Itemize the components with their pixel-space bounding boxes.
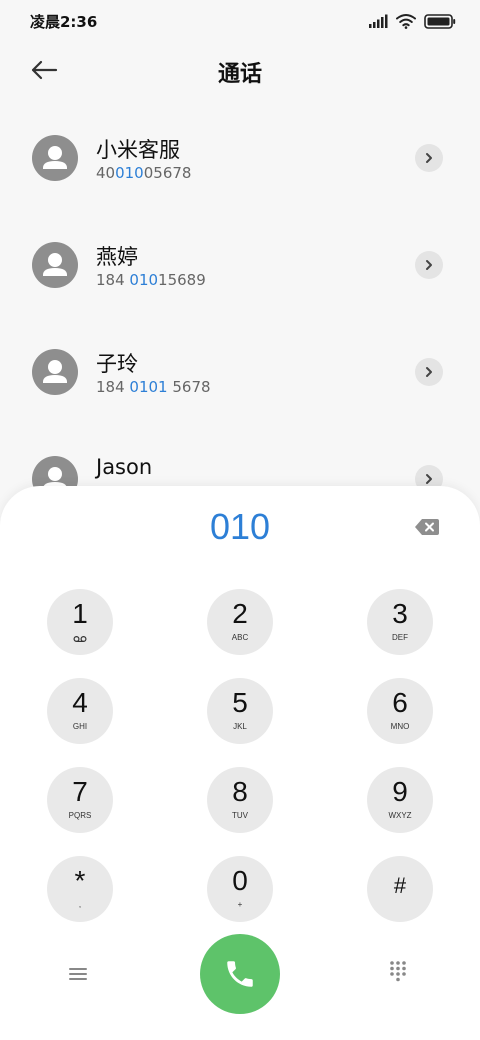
- key-2[interactable]: 2 ABC: [207, 589, 273, 655]
- person-icon: [43, 360, 67, 383]
- backspace-button[interactable]: [414, 517, 440, 537]
- key-digit: #: [393, 873, 407, 898]
- key-9[interactable]: 9 WXYZ: [367, 767, 433, 833]
- key-5[interactable]: 5 JKL: [207, 678, 273, 744]
- key-digit: 5: [232, 687, 248, 718]
- number-suffix: 5678: [167, 378, 211, 396]
- call-button[interactable]: [200, 934, 280, 1014]
- contact-detail-button[interactable]: [415, 358, 443, 386]
- dialpad-panel: 010 1 2 ABC 3 DEF 4 GHI 5 JKL 6 MNO 7 PQ…: [0, 486, 480, 1040]
- status-icons: [368, 13, 456, 29]
- contact-list: 小米客服 4001005678 燕婷 184 01015689 子玲 184 0…: [0, 104, 480, 532]
- key-letters: GHI: [72, 722, 88, 731]
- key-digit: 9: [392, 776, 408, 807]
- number-suffix: 15689: [158, 271, 206, 289]
- number-suffix: 05678: [143, 164, 192, 182]
- key-letters: PQRS: [68, 811, 92, 820]
- menu-icon: [69, 968, 87, 980]
- number-prefix: 184: [96, 378, 130, 396]
- key-digit: 8: [232, 776, 248, 807]
- contact-row[interactable]: 子玲 184 0101 5678: [0, 318, 480, 425]
- status-bar: 凌晨2:36: [0, 0, 480, 42]
- key-letters: ,: [78, 900, 82, 909]
- contact-name: 子玲: [96, 352, 138, 376]
- person-icon: [43, 146, 67, 169]
- key-letters: TUV: [232, 811, 248, 820]
- chevron-right-icon: [426, 153, 432, 163]
- key-8[interactable]: 8 TUV: [207, 767, 273, 833]
- key-letters: ABC: [231, 633, 249, 642]
- avatar: [32, 135, 78, 181]
- chevron-right-icon: [426, 260, 432, 270]
- avatar: [32, 349, 78, 395]
- key-6[interactable]: 6 MNO: [367, 678, 433, 744]
- key-star[interactable]: * ,: [47, 856, 113, 922]
- number-match: 010: [129, 271, 159, 289]
- contact-number: 184 01015689: [96, 271, 206, 289]
- phone-icon: [227, 961, 253, 987]
- menu-button[interactable]: [64, 962, 92, 986]
- key-0[interactable]: 0 +: [207, 856, 273, 922]
- key-digit: *: [74, 865, 86, 896]
- key-letters: WXYZ: [388, 811, 412, 820]
- keypad-toggle-button[interactable]: [388, 960, 416, 988]
- contact-number: 184 0101 5678: [96, 378, 211, 396]
- key-letters: JKL: [233, 722, 247, 731]
- key-letters: +: [237, 900, 243, 909]
- contact-name: 燕婷: [96, 245, 138, 269]
- contact-row[interactable]: 燕婷 184 01015689: [0, 211, 480, 318]
- voicemail-icon: [73, 635, 87, 643]
- key-digit: 3: [392, 598, 408, 629]
- signal-icon: [369, 14, 388, 28]
- contact-detail-button[interactable]: [415, 251, 443, 279]
- dialed-number[interactable]: 010: [0, 506, 480, 548]
- key-7[interactable]: 7 PQRS: [47, 767, 113, 833]
- status-time: 凌晨2:36: [30, 12, 98, 31]
- key-digit: 1: [72, 598, 88, 629]
- chevron-right-icon: [426, 367, 432, 377]
- chevron-right-icon: [426, 474, 432, 484]
- battery-icon: [424, 13, 456, 29]
- contact-name: Jason: [96, 455, 153, 479]
- page-title: 通话: [217, 62, 262, 87]
- key-hash[interactable]: #: [367, 856, 433, 922]
- keypad-icon: [390, 961, 406, 982]
- key-digit: 7: [72, 776, 88, 807]
- key-4[interactable]: 4 GHI: [47, 678, 113, 744]
- number-prefix: 184: [96, 271, 130, 289]
- key-letters: MNO: [390, 722, 410, 731]
- header: 通话: [0, 42, 480, 98]
- key-letters: DEF: [392, 633, 408, 642]
- number-prefix: 40: [96, 164, 116, 182]
- number-match: 0101: [129, 378, 168, 396]
- key-digit: 6: [392, 687, 408, 718]
- contact-detail-button[interactable]: [415, 144, 443, 172]
- backspace-icon: [415, 519, 439, 535]
- avatar: [32, 242, 78, 288]
- key-digit: 0: [232, 865, 248, 896]
- contact-row[interactable]: 小米客服 4001005678: [0, 104, 480, 211]
- key-1[interactable]: 1: [47, 589, 113, 655]
- contact-number: 4001005678: [96, 164, 191, 182]
- number-match: 010: [115, 164, 144, 182]
- contact-name: 小米客服: [96, 138, 180, 162]
- person-icon: [43, 253, 67, 276]
- key-3[interactable]: 3 DEF: [367, 589, 433, 655]
- key-digit: 2: [232, 598, 248, 629]
- key-digit: 4: [72, 687, 88, 718]
- wifi-icon: [396, 14, 416, 29]
